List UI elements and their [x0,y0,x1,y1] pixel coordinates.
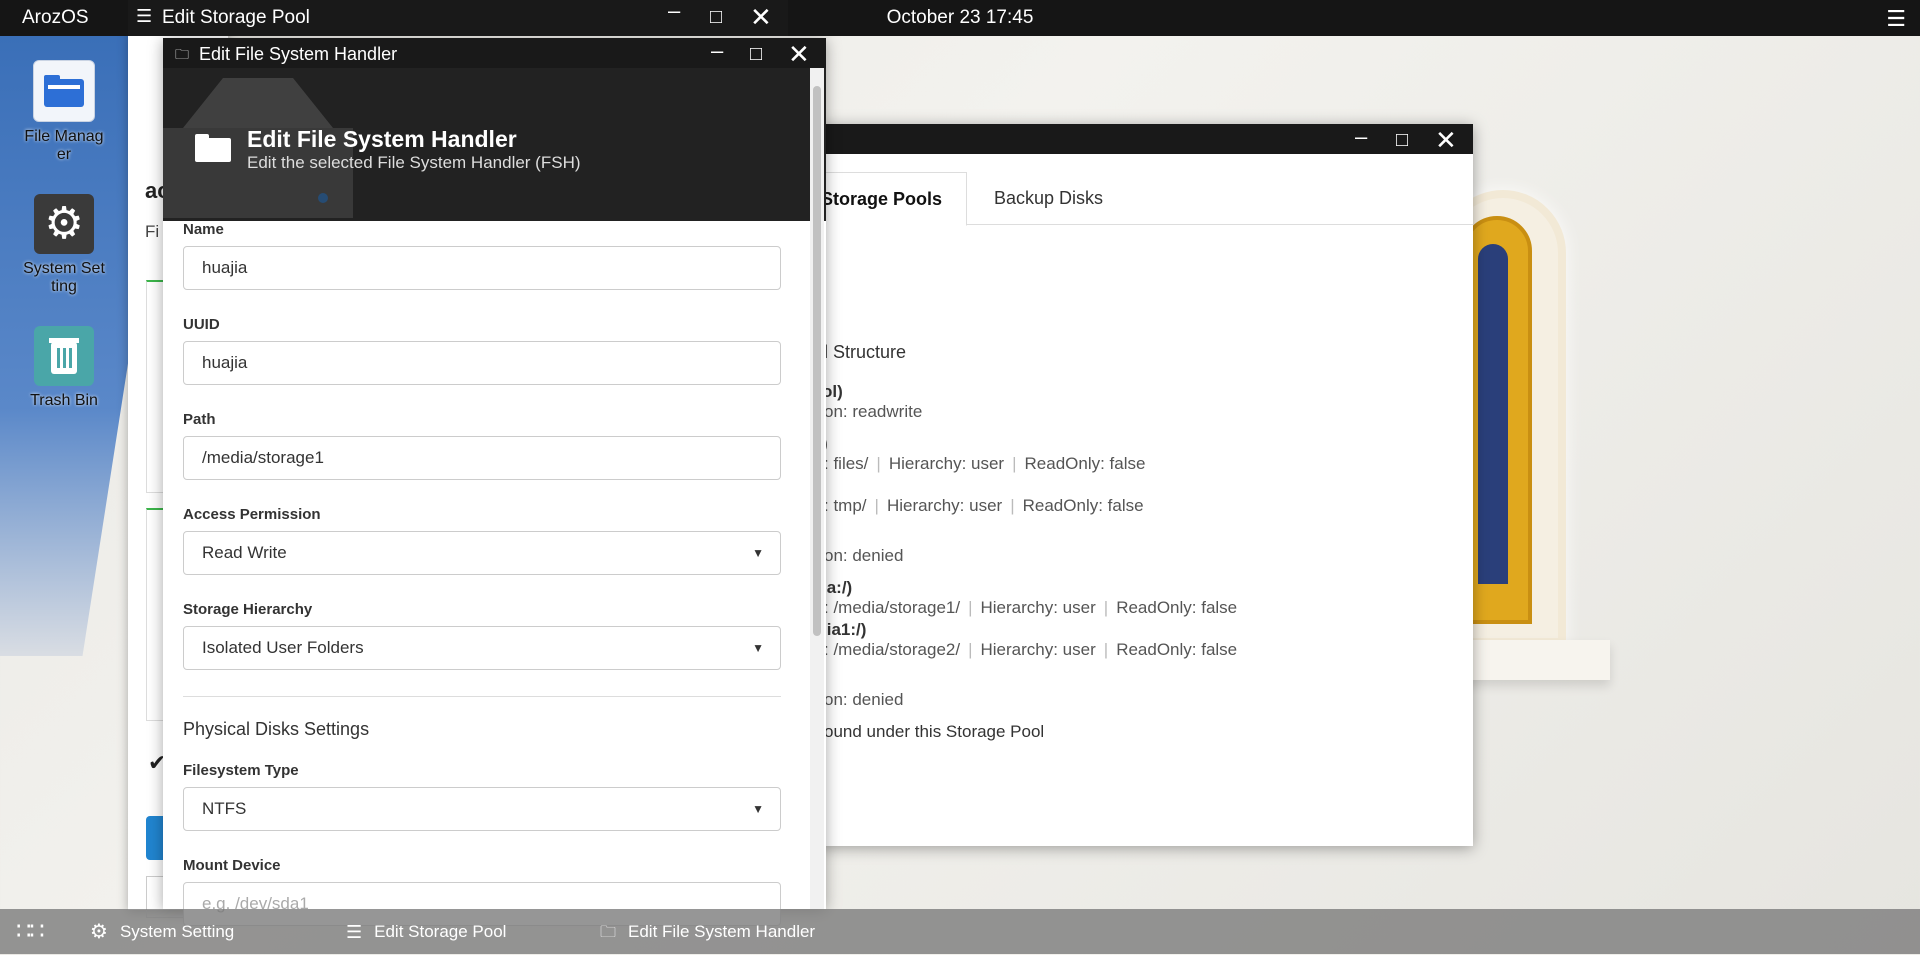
taskbar-item-edit-fsh[interactable]: 🗀 Edit File System Handler [600,909,815,954]
taskbar: ∷∷ ⚙ System Setting ☰ Edit Storage Pool 🗀 E… [0,909,1920,954]
desktop-icon-trash-bin[interactable]: Trash Bin [14,326,114,410]
tab-bar: Storage Pools Backup Disks [796,172,1473,226]
folder-icon: 🗀 [600,924,617,942]
desktop-icon-system-setting[interactable]: ⚙ System Set ting [14,194,114,296]
minimize-icon[interactable]: – [711,36,723,66]
taskbar-item-system-setting[interactable]: ⚙ System Setting [90,909,234,954]
window-title: Edit Storage Pool [162,7,310,28]
fsh-detail-row: : /media/storage2/| Hierarchy: user | ReadO… [824,640,1238,659]
fsh-form: Name huajia UUID huajia Path /media/stor… [183,221,781,952]
maximize-icon[interactable]: □ [750,39,762,69]
fsh-name: jia1:/) [822,620,867,639]
storage-pool-main-titlebar[interactable]: – □ ✕ [820,122,1473,155]
structure-heading: l Structure [824,342,907,362]
filesystem-type-select[interactable]: NTFS ▼ [183,787,781,831]
uuid-label: UUID [183,316,220,333]
folder-icon [195,134,231,162]
dropdown-caret-icon: ▼ [752,546,764,560]
hamburger-icon[interactable]: ☰ [1886,6,1906,32]
fsh-detail-row: : /media/storage1/| Hierarchy: user | ReadO… [824,598,1238,617]
trash-icon [34,326,94,386]
mount-device-label: Mount Device [183,857,281,874]
section-heading: Physical Disks Settings [183,719,370,739]
fsh-detail-row: : files/| Hierarchy: user | ReadOnly: false [824,454,1146,473]
fsh-detail-row: : tmp/| Hierarchy: user | ReadOnly: false [824,496,1144,515]
app-launcher-grid-icon[interactable]: ∷∷ [16,909,45,954]
desktop-icon-label: Trash Bin [30,392,98,409]
fsh-name: ia:/) [822,578,853,597]
desktop-icon-label: File Manag er [24,128,104,163]
empty-notice: ound under this Storage Pool [824,722,1045,741]
taskbar-item-edit-storage-pool[interactable]: ☰ Edit Storage Pool [346,909,506,954]
page-subtitle: Edit the selected File System Handler (F… [247,153,581,172]
pool-permission: on: denied [824,546,904,565]
file-manager-icon [33,60,95,122]
minimize-icon[interactable]: – [668,0,680,26]
path-field[interactable]: /media/storage1 [183,436,781,480]
dropdown-caret-icon: ▼ [752,802,764,816]
desktop-icon-file-manager[interactable]: File Manag er [14,60,114,164]
close-icon[interactable]: ✕ [788,39,810,69]
page-title: Edit File System Handler [247,126,517,152]
minimize-icon[interactable]: – [1355,122,1367,152]
gear-icon: ⚙ [34,194,94,254]
filesystem-type-label: Filesystem Type [183,762,299,779]
name-label: Name [183,221,224,238]
taskbar-item-label: Edit Storage Pool [374,922,507,941]
header-banner: Edit File System Handler Edit the select… [163,68,826,221]
panel-sub: Fi [145,222,160,241]
close-icon[interactable]: ✕ [1435,125,1457,155]
storage-pool-titlebar[interactable]: ☰ Edit Storage Pool – □ ✕ [128,0,788,36]
storage-hierarchy-label: Storage Hierarchy [183,601,313,618]
desktop-icon-label: System Set ting [23,260,105,295]
selected-value: Read Write [202,543,287,562]
wallpaper-sill [1460,640,1610,680]
taskbar-item-label: Edit File System Handler [628,922,816,941]
pool-permission: on: denied [824,690,904,709]
access-permission-label: Access Permission [183,506,321,523]
brand-label[interactable]: ArozOS [22,7,89,29]
uuid-field[interactable]: huajia [183,341,781,385]
selected-value: Isolated User Folders [202,638,364,657]
maximize-icon[interactable]: □ [710,2,722,32]
folder-icon: 🗀 [175,46,189,62]
storage-pool-window: – □ ✕ Storage Pools Backup Disks l Struc… [796,122,1473,846]
dropdown-caret-icon: ▼ [752,641,764,655]
divider [183,696,781,697]
scrollbar[interactable] [810,68,824,909]
tab-backup-disks[interactable]: Backup Disks [970,172,1127,224]
storage-hierarchy-select[interactable]: Isolated User Folders ▼ [183,626,781,670]
list-icon: ☰ [136,6,153,26]
list-icon: ☰ [346,922,363,943]
taskbar-item-label: System Setting [119,922,235,941]
scrollbar-thumb[interactable] [813,86,821,636]
window-title: Edit File System Handler [199,44,398,64]
pool-permission: on: readwrite [824,402,923,421]
selected-value: NTFS [202,799,247,818]
name-field[interactable]: huajia [183,246,781,290]
edit-fsh-window: 🗀 Edit File System Handler – □ ✕ Edit Fi… [163,36,826,926]
gear-icon: ⚙ [90,921,108,944]
edit-fsh-titlebar[interactable]: 🗀 Edit File System Handler – □ ✕ [163,36,826,69]
access-permission-select[interactable]: Read Write ▼ [183,531,781,575]
maximize-icon[interactable]: □ [1396,125,1408,155]
close-icon[interactable]: ✕ [750,2,772,32]
path-label: Path [183,411,216,428]
